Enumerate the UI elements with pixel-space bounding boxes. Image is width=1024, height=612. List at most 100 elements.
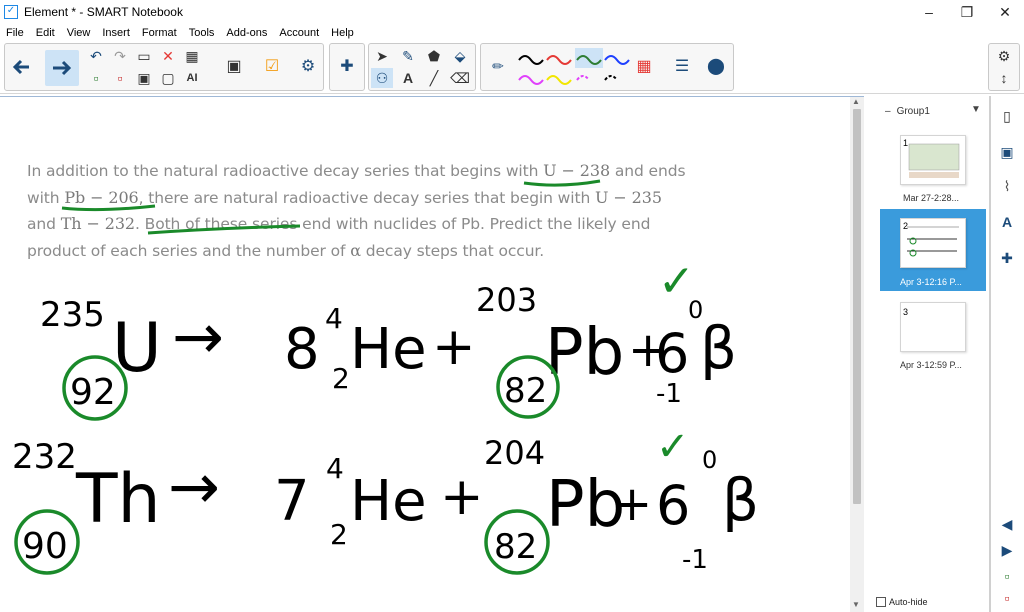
- delete-page-icon[interactable]: ▫: [109, 68, 131, 88]
- eq2-he: He: [350, 469, 427, 534]
- menu-account[interactable]: Account: [273, 27, 325, 39]
- response-icon[interactable]: ☑: [261, 56, 283, 76]
- page-number: 3: [903, 307, 909, 317]
- eq1-arrow: →: [172, 300, 224, 373]
- window-title: Element * - SMART Notebook: [24, 5, 183, 19]
- toolbar-position-icon[interactable]: ↕: [993, 68, 1015, 88]
- previous-page-icon[interactable]: ◀: [995, 510, 1019, 538]
- page-sorter-tab-icon[interactable]: ▯: [995, 102, 1019, 130]
- group-header[interactable]: – Group1: [885, 106, 930, 117]
- addons-tab-icon[interactable]: ✚: [995, 244, 1019, 272]
- menu-bar: File Edit View Insert Format Tools Add-o…: [0, 24, 1024, 42]
- line-tool-icon[interactable]: ╱: [423, 68, 445, 88]
- gear-icon[interactable]: ⚙: [993, 46, 1015, 66]
- eraser-icon[interactable]: ⌫: [449, 68, 471, 88]
- page-number: 2: [903, 221, 909, 231]
- screen-icon[interactable]: ▢: [157, 68, 179, 88]
- people-select-icon[interactable]: ⚇: [371, 68, 393, 88]
- pen-dashed-swatch: [576, 75, 590, 81]
- side-tabs: ▯ ▣ ⌇ A ✚ ◀ ▶ ▫ ▫: [990, 96, 1024, 612]
- delete-icon[interactable]: ✕: [157, 46, 179, 66]
- eq2-pb-atomic: 82: [494, 527, 537, 567]
- color-palette-icon[interactable]: ▦: [633, 56, 655, 76]
- properties-tab-icon[interactable]: A: [995, 208, 1019, 236]
- menu-help[interactable]: Help: [325, 27, 360, 39]
- pen-tool-icon[interactable]: ✎: [397, 46, 419, 66]
- menu-view[interactable]: View: [61, 27, 97, 39]
- equations-preview: [907, 226, 959, 257]
- page-caption: Apr 3-12:16 P...: [900, 277, 962, 287]
- maximize-button[interactable]: ❐: [948, 0, 986, 24]
- properties-icon[interactable]: ⬤: [705, 56, 727, 76]
- ai-text-icon[interactable]: AI: [181, 68, 203, 88]
- menu-insert[interactable]: Insert: [96, 27, 136, 39]
- back-arrow-icon[interactable]: [11, 57, 33, 77]
- forward-arrow-icon[interactable]: [45, 50, 79, 86]
- eq1-atomic: 92: [70, 372, 116, 413]
- pen-dashed-black-swatch: [604, 75, 618, 81]
- page-thumbnail-2[interactable]: 2: [900, 218, 966, 268]
- eq2-beta: β: [722, 466, 759, 534]
- auto-hide-label: Auto-hide: [889, 597, 928, 607]
- menu-addons[interactable]: Add-ons: [220, 27, 273, 39]
- lab-icon[interactable]: ⚙: [297, 56, 319, 76]
- undo-icon[interactable]: ↶: [85, 46, 107, 66]
- puzzle-icon[interactable]: ✚: [336, 56, 358, 76]
- periodic-table-preview: [908, 143, 960, 178]
- next-page-icon[interactable]: ▶: [995, 536, 1019, 564]
- page-caption: Apr 3-12:59 P...: [900, 360, 962, 370]
- eq2-he-mass: 4: [326, 452, 344, 485]
- document-camera-icon[interactable]: ▣: [223, 56, 245, 76]
- gallery-tab-icon[interactable]: ▣: [995, 138, 1019, 166]
- close-button[interactable]: ✕: [986, 0, 1024, 24]
- page-thumbnail-3[interactable]: 3: [900, 302, 966, 352]
- pen-yellow-swatch: [546, 75, 572, 85]
- eq2-coef-b: 6: [656, 474, 690, 537]
- title-bar: ✓ Element * - SMART Notebook – ❐ ✕: [0, 0, 1024, 24]
- line-style-icon[interactable]: ☰: [671, 56, 693, 76]
- scroll-up-icon[interactable]: ▲: [852, 97, 860, 106]
- add-page-icon[interactable]: ▫: [85, 68, 107, 88]
- eq2-symbol: Th: [75, 460, 161, 539]
- pen-red-swatch: [546, 55, 572, 65]
- eq1-symbol: U: [112, 309, 162, 388]
- menu-format[interactable]: Format: [136, 27, 183, 39]
- minimize-button[interactable]: –: [910, 0, 948, 24]
- menu-file[interactable]: File: [0, 27, 30, 39]
- attachments-tab-icon[interactable]: ⌇: [995, 172, 1019, 200]
- pen-blue-swatch: [604, 55, 630, 65]
- toolbar-group-addons: ✚: [329, 43, 365, 91]
- page-caption: Mar 27-2:28...: [903, 193, 960, 203]
- eq1-b-atomic: -1: [656, 379, 682, 409]
- select-arrow-icon[interactable]: ➤: [371, 46, 393, 66]
- eq1-pb-mass: 203: [476, 281, 537, 319]
- eq1-coef-he: 8: [284, 317, 320, 382]
- table-icon[interactable]: ▦: [181, 46, 203, 66]
- auto-hide-checkbox[interactable]: [876, 597, 886, 607]
- eq2-check: ✓: [656, 424, 690, 470]
- text-tool-icon[interactable]: A: [397, 68, 419, 88]
- underline-both-series: [147, 224, 301, 235]
- eq2-atomic: 90: [22, 526, 68, 567]
- page-thumbnail-1[interactable]: 1: [900, 135, 966, 185]
- eq2-coef-he: 7: [274, 469, 310, 534]
- shapes-icon[interactable]: ⬟: [423, 46, 445, 66]
- toolbar-group-pens: ✏ ▦ ☰ ⬤: [480, 43, 734, 91]
- pen-color-swatches[interactable]: [517, 48, 637, 88]
- fill-icon[interactable]: ⬙: [449, 46, 471, 66]
- scroll-thumb[interactable]: [853, 109, 861, 504]
- menu-tools[interactable]: Tools: [183, 27, 221, 39]
- pencil-icon[interactable]: ✏: [487, 56, 509, 76]
- auto-hide-toggle[interactable]: Auto-hide: [876, 597, 928, 607]
- menu-edit[interactable]: Edit: [30, 27, 61, 39]
- delete-page-icon[interactable]: ▫: [995, 584, 1019, 612]
- insert-page-icon[interactable]: ▭: [133, 46, 155, 66]
- save-icon[interactable]: ▣: [133, 68, 155, 88]
- redo-icon[interactable]: ↷: [109, 46, 131, 66]
- canvas-scrollbar[interactable]: ▲ ▼: [850, 97, 864, 612]
- pen-magenta-swatch: [518, 75, 544, 85]
- chevron-down-icon[interactable]: ▼: [971, 104, 981, 115]
- eq1-mass: 235: [40, 295, 105, 335]
- equation-1: 235 U 92 → 8 4 2 He + 203 Pb 82 + 6 0 -1…: [40, 256, 737, 421]
- scroll-down-icon[interactable]: ▼: [852, 600, 860, 609]
